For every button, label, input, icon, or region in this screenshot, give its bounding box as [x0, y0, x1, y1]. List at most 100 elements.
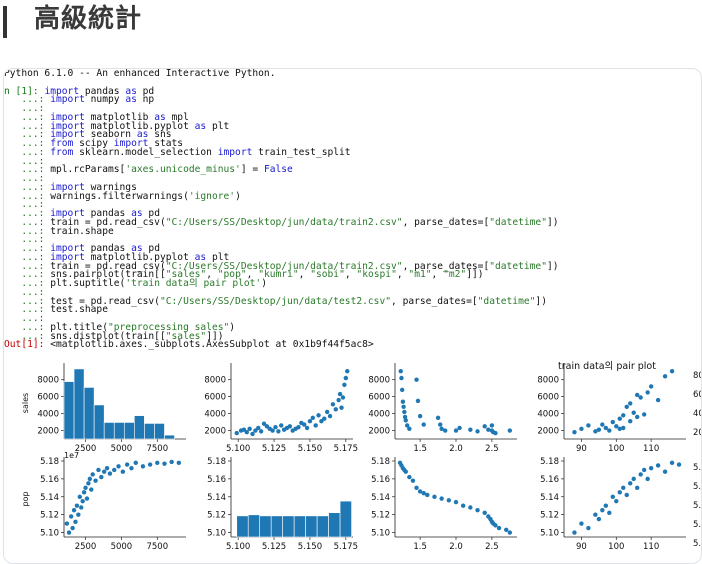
x-tick-label: 2.5 — [485, 542, 499, 552]
edge-tick-label: 5. — [693, 463, 701, 473]
y-tick-label: 8000 — [37, 376, 59, 386]
y-tick-label: 2000 — [37, 427, 59, 437]
scatter-point — [504, 527, 509, 533]
scatter-point — [247, 426, 252, 432]
scatter-point — [80, 499, 85, 504]
y-tick-label: 5.12 — [207, 511, 226, 521]
scatter-point — [162, 461, 167, 466]
code-text: plt — [206, 120, 230, 132]
histogram-bar — [328, 512, 341, 538]
scatter-point — [399, 375, 404, 381]
y-tick-label: 5.10 — [40, 529, 59, 539]
edge-tick-label: 40 — [693, 409, 701, 419]
code-text: ] = — [240, 164, 264, 176]
scatter-point — [507, 428, 513, 433]
y-tick-label: 5.18 — [371, 457, 390, 467]
histogram-bar — [305, 515, 318, 538]
histogram-bar — [270, 515, 283, 538]
histogram-bar — [63, 381, 75, 440]
histogram-bar — [247, 514, 261, 538]
scatter-point — [421, 422, 426, 427]
y-tick-label: 5.14 — [207, 493, 226, 503]
histogram-bar — [93, 404, 105, 440]
y-tick-label: 5.14 — [371, 493, 390, 503]
scatter-point — [617, 490, 622, 495]
output-text: <matplotlib.axes._subplots.AxesSubplot a… — [50, 339, 374, 351]
scatter-point — [87, 476, 93, 482]
scatter-point — [93, 478, 98, 483]
histogram-bar — [316, 515, 329, 538]
scatter-point — [307, 419, 313, 424]
output-prompt: Out[1]: — [4, 339, 51, 351]
scatter-point — [324, 409, 330, 415]
code-text: , parse_dates=[ — [391, 295, 478, 307]
scatter-point — [468, 427, 473, 432]
scatter-point — [621, 485, 626, 491]
code-line: ...: mpl.rcParams['axes.unicode_minus'] … — [4, 164, 701, 176]
scatter-point — [327, 413, 333, 419]
code-string: "C:/Users/SS/Desktop/jun/data/test2.csv" — [159, 295, 392, 307]
scatter-point — [638, 395, 643, 400]
scatter-point — [460, 503, 466, 508]
y-tick-label: 6000 — [368, 393, 390, 403]
code-text: ) — [229, 321, 236, 333]
histogram-bar — [103, 422, 115, 440]
code-keyword: import — [50, 94, 85, 106]
y-tick-label: 2000 — [204, 427, 226, 437]
code-line: ...: import numpy as np — [4, 94, 701, 106]
scatter-point — [256, 425, 261, 431]
histogram-bar — [144, 423, 155, 440]
title-accent-bar — [3, 6, 7, 38]
y-tick-label: 8000 — [204, 376, 226, 386]
scatter-point — [635, 414, 640, 420]
scatter-point — [302, 422, 307, 427]
scatter-point — [343, 375, 349, 381]
slide-header: 高級統計 — [0, 0, 702, 48]
scatter-point — [572, 530, 577, 535]
scatter-point — [603, 503, 609, 508]
y-tick-label: 5.14 — [540, 493, 559, 503]
scatter-point — [628, 481, 633, 486]
x-tick-label: 5.150 — [298, 542, 322, 552]
scatter-point — [446, 498, 452, 503]
scatter-point — [631, 410, 636, 415]
scatter-point — [273, 424, 278, 430]
scatter-point — [407, 474, 412, 480]
scatter-point — [129, 465, 134, 471]
x-tick-label: 1.5 — [413, 542, 427, 552]
scatter-point — [342, 382, 347, 387]
code-keyword: import — [217, 146, 253, 158]
scatter-point — [628, 401, 633, 406]
scatter-point — [648, 384, 654, 389]
scatter-point — [333, 407, 338, 412]
scatter-point — [507, 530, 513, 535]
scatter-point — [624, 404, 629, 410]
scatter-point — [417, 413, 423, 419]
scatter-point — [435, 415, 441, 421]
code-line: ...: from sklearn.model_selection import… — [4, 146, 701, 158]
code-text: , — [431, 269, 444, 281]
scatter-point — [572, 430, 577, 435]
scatter-point — [316, 413, 321, 418]
code-line: ...: test = pd.read_csv("C:/Users/SS/Des… — [4, 295, 701, 307]
code-string: 'axes.unicode_minus' — [125, 164, 241, 176]
scatter-point — [310, 415, 316, 421]
scatter-point — [468, 505, 473, 510]
code-line: ...: warnings.filterwarnings('ignore') — [4, 190, 701, 202]
scatter-point — [493, 523, 498, 528]
scatter-point — [176, 460, 182, 465]
code-string: "sobi" — [310, 269, 345, 281]
code-text: warnings.filterwarnings( — [50, 190, 189, 202]
scatter-point — [68, 514, 74, 519]
scatter-point — [296, 424, 301, 430]
y-tick-label: 5.12 — [371, 511, 390, 521]
histogram-bar — [134, 415, 145, 440]
y-tick-label: 8000 — [537, 376, 559, 386]
scatter-point — [147, 462, 153, 467]
code-text: ]) — [535, 295, 547, 307]
x-tick-label: 2.5 — [485, 444, 499, 454]
y-tick-label: 4000 — [537, 410, 559, 420]
scatter-point — [443, 428, 448, 433]
scatter-point — [617, 416, 622, 421]
scatter-point — [475, 429, 480, 434]
